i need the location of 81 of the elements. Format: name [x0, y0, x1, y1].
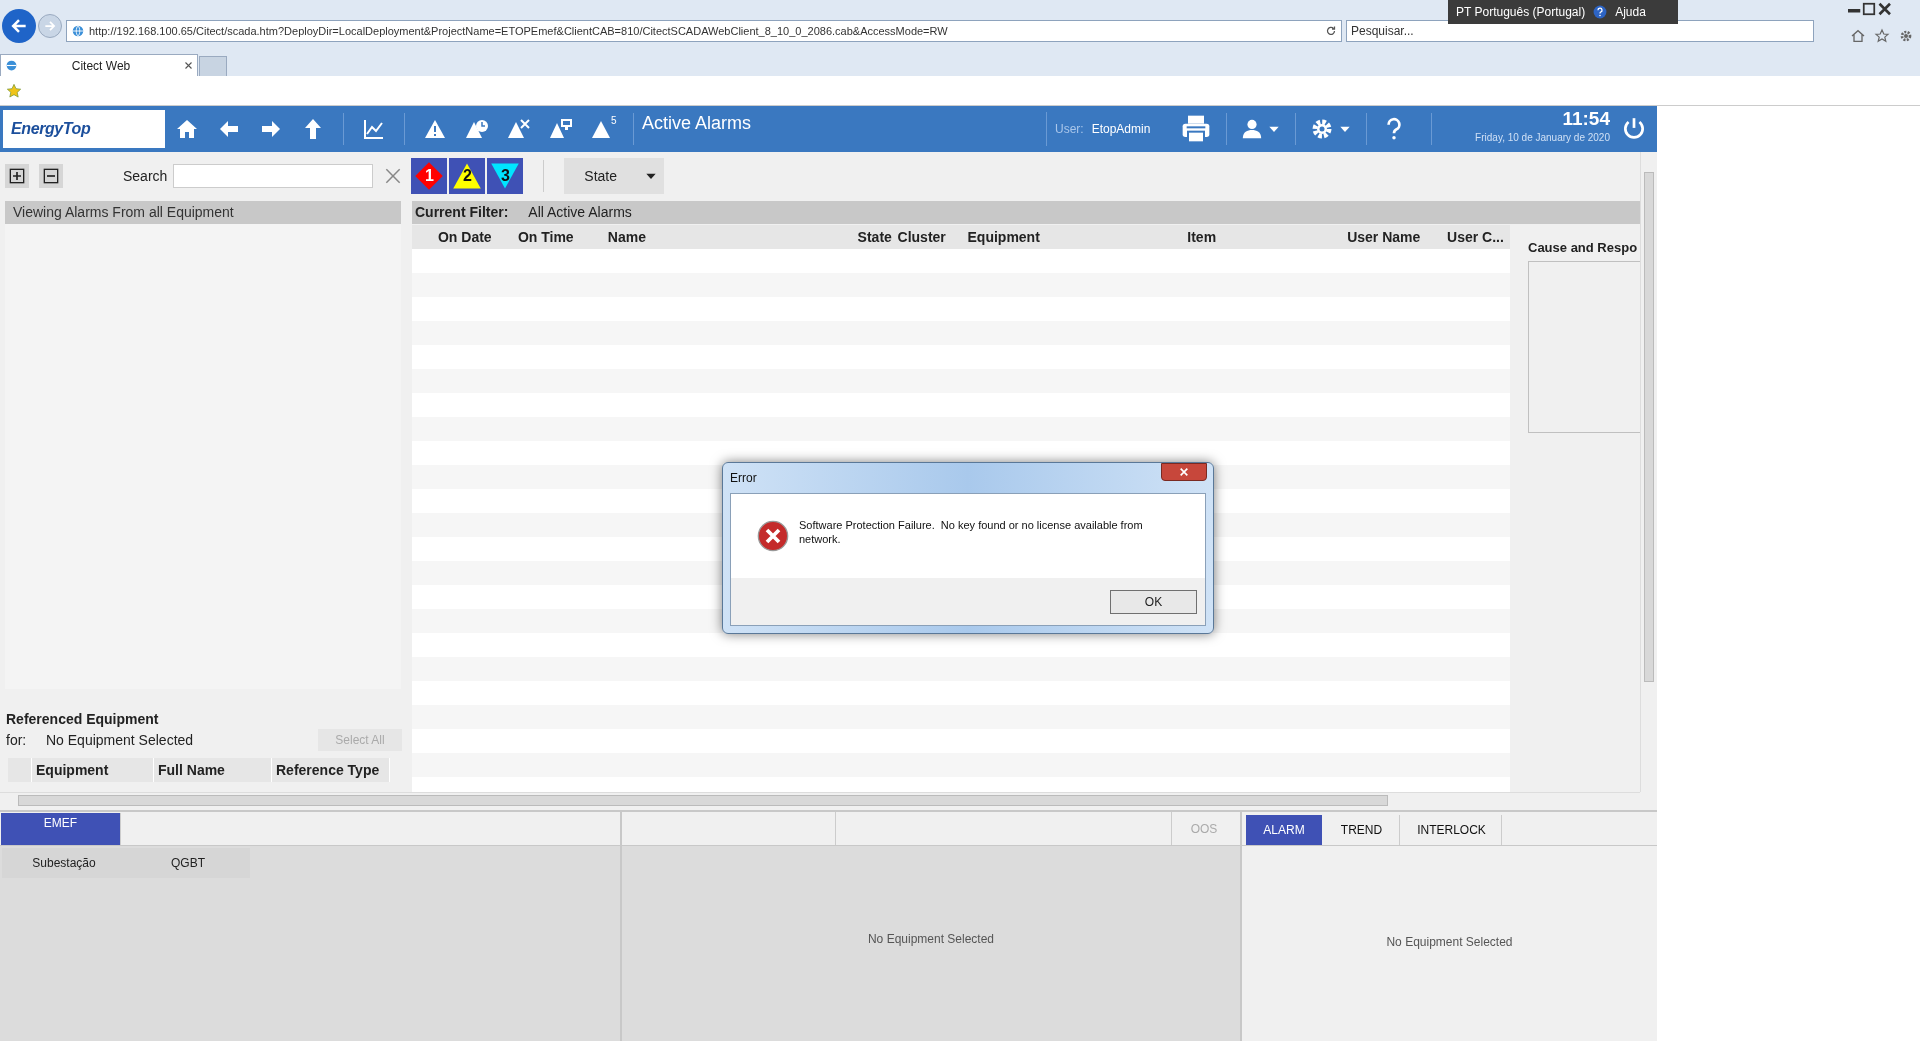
alarm-count-button[interactable]: 5 [591, 117, 615, 141]
plus-icon [9, 168, 25, 184]
search-field[interactable] [173, 164, 374, 188]
column-header: Name [606, 227, 647, 247]
clock-time: 11:54 [1562, 108, 1610, 130]
gear-icon[interactable] [1898, 28, 1914, 44]
vertical-scrollbar[interactable] [1640, 152, 1657, 792]
panel-title: Cause and Respo [1528, 239, 1638, 257]
refresh-icon [1325, 25, 1337, 37]
browser-tab[interactable]: Citect Web [0, 54, 198, 76]
column-header: Full Name [154, 758, 272, 782]
favorites-star-icon[interactable] [6, 82, 22, 99]
area-tab[interactable]: EMEF [1, 813, 121, 845]
back-button[interactable] [2, 9, 36, 43]
inverted-triangle-icon [490, 161, 521, 191]
trend-chart-icon[interactable] [362, 117, 386, 141]
diamond-icon [414, 161, 445, 191]
alarm-monitor-icon[interactable] [549, 117, 573, 141]
page-title: Active Alarms [642, 112, 752, 135]
panel-header: Viewing Alarms From all Equipment [5, 201, 401, 224]
user-name: EtopAdmin [1091, 121, 1151, 138]
address-bar[interactable]: http://192.168.100.65/Citect/scada.htm?DeployDir=LocalDeployment&ProjectName=ETOPEmef&ClientCAB=810/CitectSCADAWebClient_8_10_0_2086.cab&AccessMode=RW [66, 20, 1342, 42]
column-header: Reference Type [272, 758, 390, 782]
column-header: On Date [437, 227, 493, 247]
collapse-button[interactable] [39, 164, 63, 188]
column-header: Item [1186, 227, 1218, 247]
star-icon[interactable] [1874, 28, 1890, 44]
logo-text: EnergyTop [11, 119, 91, 139]
user-menu-button[interactable] [1241, 118, 1281, 140]
user-label: User: [1055, 121, 1084, 138]
search-label: Search [123, 166, 168, 186]
triangle-icon [452, 161, 483, 191]
close-icon [1179, 467, 1189, 477]
home-icon[interactable] [1850, 28, 1866, 44]
globe-icon [71, 24, 85, 38]
priority-filter-button[interactable]: 2 [449, 158, 486, 194]
alarm-clear-icon[interactable] [507, 117, 531, 141]
error-message: Software Protection Failure. No key found or no license available from network. [799, 518, 1144, 546]
help-icon [1593, 5, 1608, 19]
printer-icon[interactable] [1180, 113, 1212, 145]
priority-filter-button[interactable]: 1 [411, 158, 448, 194]
address-text: http://192.168.100.65/Citect/scada.htm?DeployDir=LocalDeployment&ProjectName=ETOPEmef&ClientCAB=810/CitectSCADAWebClient_8_10_0_2086.cab&AccessMode=RW [89, 23, 948, 39]
priority-filter-button[interactable]: 3 [487, 158, 524, 194]
column-header: State [856, 227, 893, 247]
help-label[interactable]: Ajuda [1615, 3, 1646, 21]
empty-message: No Equipment Selected [1386, 933, 1513, 951]
browser-search-field[interactable]: Pesquisar... [1346, 20, 1814, 42]
state-dropdown[interactable]: State [564, 158, 665, 194]
power-icon[interactable] [1621, 116, 1647, 142]
filter-value: All Active Alarms [528, 203, 632, 222]
for-label: for: [6, 730, 28, 750]
ok-button[interactable]: OK [1110, 589, 1197, 614]
column-header: User C... [1446, 227, 1505, 247]
forward-arrow-icon [43, 19, 57, 33]
minus-icon [43, 168, 59, 184]
settings-icon [1310, 117, 1334, 141]
clock-date: Friday, 10 de January de 2020 [1475, 131, 1610, 145]
language-label: PT Português (Portugal) [1456, 4, 1586, 21]
empty-message: No Equipment Selected [867, 930, 995, 948]
column-header: Equipment [966, 227, 1041, 247]
column-header: Cluster [896, 227, 947, 247]
user-icon [1241, 118, 1263, 140]
dialog-title: Error [730, 470, 757, 487]
filter-label: Current Filter: [415, 203, 509, 222]
section-title: Referenced Equipment [6, 710, 160, 729]
globe-icon [5, 59, 18, 72]
sub-area-button[interactable]: Subestação [2, 848, 126, 878]
close-button[interactable] [1161, 463, 1207, 481]
home-icon[interactable] [175, 117, 199, 141]
detail-tab[interactable]: ALARM [1246, 815, 1322, 845]
close-icon [184, 61, 193, 70]
sub-area-button[interactable]: QGBT [126, 848, 250, 878]
settings-menu-button[interactable] [1310, 117, 1352, 141]
for-value: No Equipment Selected [46, 730, 194, 750]
error-icon [757, 520, 789, 552]
expand-button[interactable] [5, 164, 29, 188]
alarm-clock-icon[interactable] [465, 117, 489, 141]
column-header: Equipment [32, 758, 154, 782]
column-header: On Time [516, 227, 575, 247]
horizontal-scrollbar[interactable] [0, 792, 1640, 808]
column-header: User Name [1346, 227, 1422, 247]
